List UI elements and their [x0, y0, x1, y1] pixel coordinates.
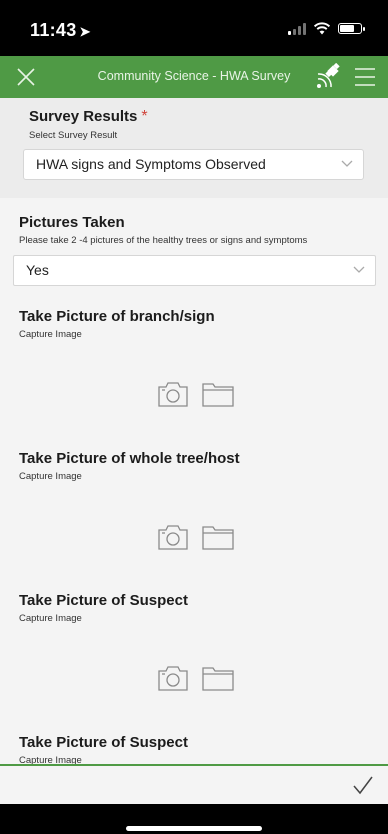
survey-results-value: HWA signs and Symptoms Observed	[36, 156, 266, 172]
location-arrow-icon: ➤	[79, 24, 91, 39]
folder-icon[interactable]	[202, 524, 234, 550]
folder-icon[interactable]	[202, 665, 234, 691]
camera-icon[interactable]	[158, 524, 188, 550]
image-question: Take Picture of Suspect Capture Image	[19, 734, 378, 764]
required-mark: *	[141, 108, 148, 125]
image-question-hint: Capture Image	[19, 471, 82, 482]
survey-results-select[interactable]: HWA signs and Symptoms Observed	[23, 149, 364, 180]
image-question-title: Take Picture of whole tree/host	[19, 450, 240, 467]
pictures-taken-hint: Please take 2 -4 pictures of the healthy…	[19, 235, 308, 246]
pictures-taken-label: Pictures Taken Please take 2 -4 pictures…	[19, 214, 378, 246]
image-capture-row	[158, 524, 234, 550]
bottom-toolbar	[0, 764, 388, 804]
status-time: 11:43 ➤	[30, 20, 91, 41]
image-question: Take Picture of branch/sign Capture Imag…	[19, 308, 378, 340]
folder-icon[interactable]	[202, 381, 234, 407]
survey-results-label: Survey Results * Select Survey Result	[29, 108, 148, 141]
pictures-taken-value: Yes	[26, 262, 49, 278]
status-icons	[288, 22, 365, 35]
image-question: Take Picture of Suspect Capture Image	[19, 592, 378, 624]
menu-icon[interactable]	[354, 67, 376, 87]
image-question: Take Picture of whole tree/host Capture …	[19, 450, 378, 482]
pictures-taken-title: Pictures Taken	[19, 214, 125, 231]
image-capture-row	[158, 665, 234, 691]
cellular-signal-icon	[288, 22, 306, 35]
camera-icon[interactable]	[158, 665, 188, 691]
app-header: Community Science - HWA Survey	[0, 56, 388, 98]
survey-results-group: Survey Results * Select Survey Result HWA…	[0, 98, 388, 198]
clock: 11:43	[30, 20, 77, 40]
checkmark-icon[interactable]	[352, 774, 374, 796]
pictures-taken-select[interactable]: Yes	[13, 255, 376, 286]
gps-satellite-icon[interactable]	[314, 63, 342, 91]
home-indicator-area	[0, 804, 388, 834]
chevron-down-icon	[341, 160, 353, 167]
battery-icon	[338, 23, 365, 34]
survey-form[interactable]: Survey Results * Select Survey Result HWA…	[0, 98, 388, 764]
image-question-hint: Capture Image	[19, 329, 82, 340]
image-question-title: Take Picture of Suspect	[19, 734, 188, 751]
chevron-down-icon	[353, 266, 365, 273]
survey-results-title: Survey Results	[29, 108, 138, 125]
home-indicator[interactable]	[126, 826, 262, 831]
image-question-hint: Capture Image	[19, 755, 82, 764]
image-question-title: Take Picture of branch/sign	[19, 308, 215, 325]
image-question-hint: Capture Image	[19, 613, 82, 624]
camera-icon[interactable]	[158, 381, 188, 407]
wifi-icon	[313, 22, 331, 35]
image-capture-row	[158, 381, 234, 407]
survey-results-hint: Select Survey Result	[29, 130, 118, 141]
image-question-title: Take Picture of Suspect	[19, 592, 188, 609]
status-bar: 11:43 ➤	[0, 0, 388, 56]
